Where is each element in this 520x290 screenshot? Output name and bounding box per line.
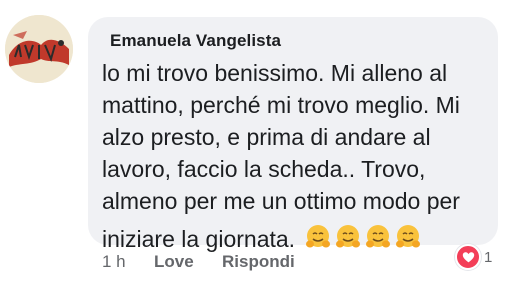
- avatar[interactable]: [5, 15, 73, 83]
- hugging-face-emoji-icon: [395, 224, 421, 250]
- comment-text-line: lo mi trovo benissimo. Mi alleno al: [102, 60, 448, 86]
- hugging-face-emoji-icon: [335, 224, 361, 250]
- comment-text-line: mattino, perché mi trovo meglio. Mi: [102, 92, 460, 118]
- hugging-face-emoji-icon: [365, 224, 391, 250]
- comment-text-line: alzo presto, e prima di andare al: [102, 124, 431, 150]
- emoji-group: [305, 224, 425, 258]
- comment-text: lo mi trovo benissimo. Mi alleno al matt…: [102, 57, 494, 258]
- comment-text-line: iniziare la giornata.: [102, 226, 296, 252]
- comment-author-name[interactable]: Emanuela Vangelista: [110, 31, 281, 51]
- comment-text-line: lavoro, faccio la scheda.. Trovo,: [102, 156, 426, 182]
- comment-timestamp[interactable]: 1 h: [102, 252, 126, 272]
- comment-bubble: Emanuela Vangelista lo mi trovo benissim…: [88, 17, 498, 252]
- heart-icon: [455, 244, 481, 270]
- avatar-artwork: [5, 15, 73, 83]
- comment-text-line: almeno per me un ottimo modo per: [102, 188, 460, 214]
- reaction-count: 1: [484, 248, 493, 266]
- love-button[interactable]: Love: [154, 252, 194, 272]
- hugging-face-emoji-icon: [305, 224, 331, 250]
- reaction-summary[interactable]: 1: [455, 244, 492, 270]
- reply-button[interactable]: Rispondi: [222, 252, 295, 272]
